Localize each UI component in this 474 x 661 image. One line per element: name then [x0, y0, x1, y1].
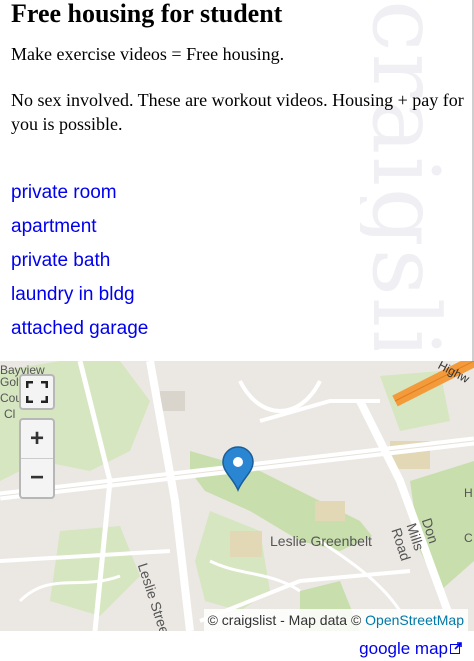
location-marker-icon[interactable] [221, 446, 255, 492]
attribute-link-garage[interactable]: attached garage [11, 318, 148, 339]
attribute-link-private-bath[interactable]: private bath [11, 250, 110, 271]
map-label-leslie-greenbelt: Leslie Greenbelt [270, 533, 372, 549]
attribute-item: attached garage [11, 312, 466, 346]
fullscreen-button[interactable] [19, 374, 55, 410]
zoom-in-button[interactable]: + [21, 420, 53, 458]
external-link-icon [450, 642, 462, 654]
posting-title: Free housing for student [11, 0, 283, 28]
attribute-item: laundry in bldg [11, 278, 466, 312]
posting-text-line-1: Make exercise videos = Free housing. [11, 44, 285, 64]
attribute-link-laundry[interactable]: laundry in bldg [11, 284, 135, 305]
map-controls: + − [19, 374, 59, 499]
posting-body: Free housing for student Make exercise v… [11, 0, 466, 346]
attribute-list: private room apartment private bath laun… [11, 176, 466, 346]
attribute-item: private bath [11, 244, 466, 278]
map-attribution: © craigslist - Map data © OpenStreetMap [203, 609, 468, 631]
fullscreen-icon [26, 381, 48, 403]
google-map-link-label: google map [359, 639, 448, 658]
zoom-control: + − [19, 418, 55, 499]
map-tiles [0, 361, 474, 631]
openstreetmap-link[interactable]: OpenStreetMap [365, 612, 464, 628]
google-map-link[interactable]: google map [359, 639, 462, 659]
map-label-c-edge: C [464, 531, 473, 545]
posting-text-line-2: No sex involved. These are workout video… [11, 90, 464, 134]
location-map[interactable]: Bayview Golf Cou Cl Highw Leslie Street … [0, 361, 474, 631]
zoom-out-button[interactable]: − [21, 458, 53, 497]
attribute-item: apartment [11, 210, 466, 244]
attribute-link-apartment[interactable]: apartment [11, 216, 97, 237]
attribute-link-private-room[interactable]: private room [11, 182, 117, 203]
map-label-h-edge: H [464, 486, 473, 500]
map-label-cl: Cl [4, 407, 16, 421]
attribute-item: private room [11, 176, 466, 210]
attribution-text: © craigslist - Map data © [207, 612, 362, 628]
